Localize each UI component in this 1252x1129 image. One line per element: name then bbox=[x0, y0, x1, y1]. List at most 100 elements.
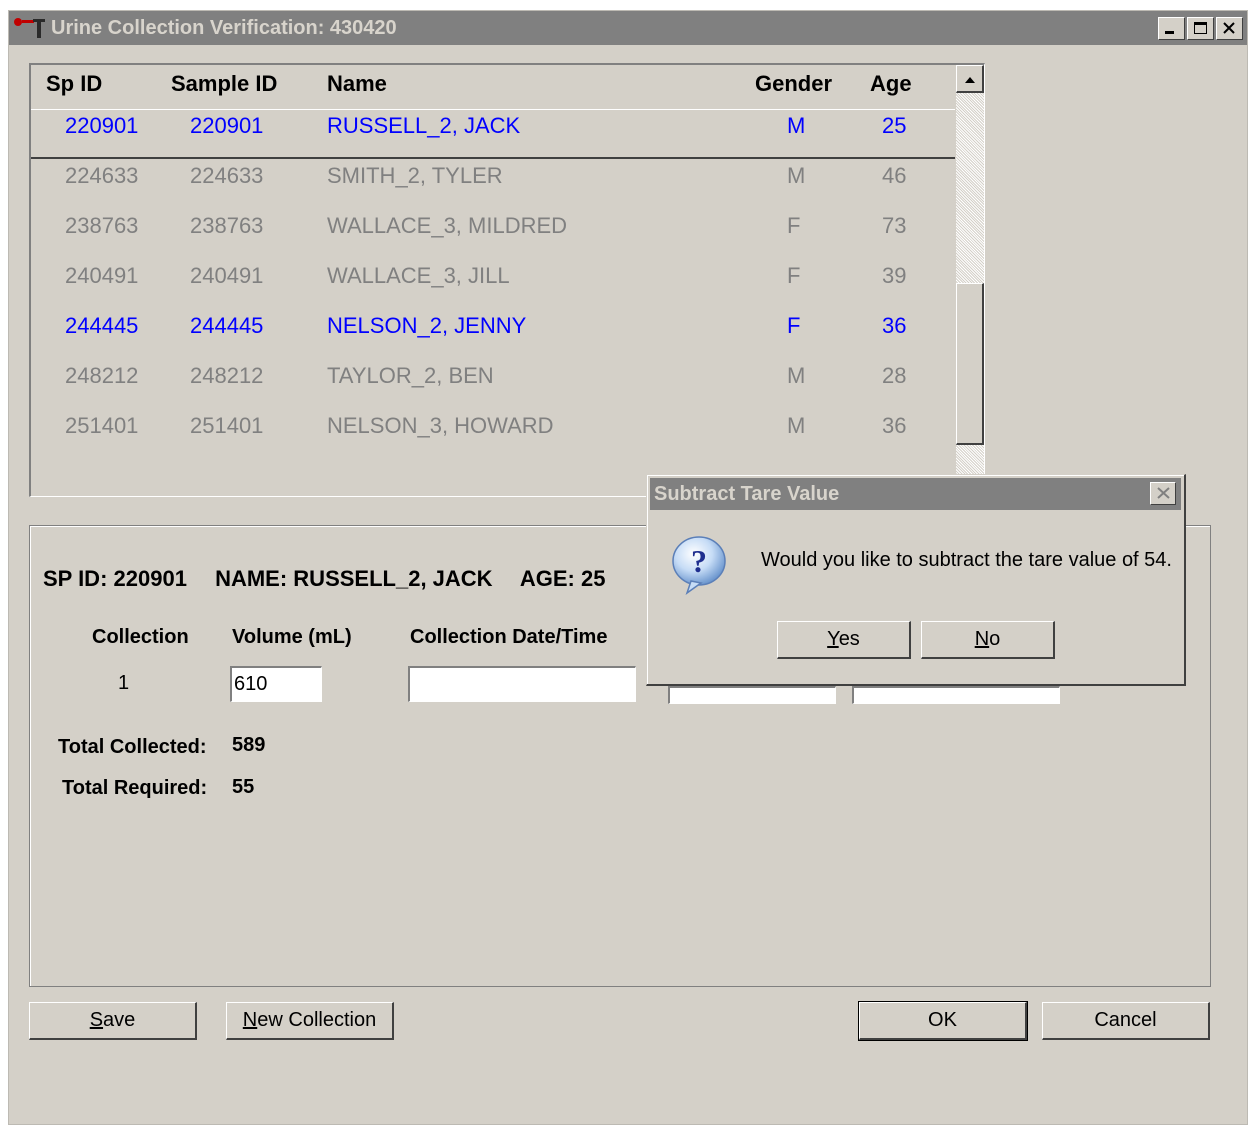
cell-gender: M bbox=[787, 363, 806, 388]
cell-sample-id: 238763 bbox=[190, 213, 264, 238]
collection-number: 1 bbox=[118, 672, 130, 694]
volume-input[interactable] bbox=[230, 666, 322, 702]
cell-gender: F bbox=[787, 263, 801, 288]
name-label: NAME: bbox=[215, 566, 288, 591]
save-label: ave bbox=[103, 1009, 136, 1031]
table-row[interactable]: 220901 220901 RUSSELL_2, JACK M 25 bbox=[31, 109, 955, 159]
subtract-tare-dialog: Subtract Tare Value ? Would you like to … bbox=[646, 474, 1186, 686]
question-icon: ? bbox=[672, 536, 726, 595]
cell-name: WALLACE_3, JILL bbox=[327, 263, 510, 288]
cell-age: 28 bbox=[882, 363, 907, 388]
collection-dropdown-2[interactable] bbox=[852, 686, 1060, 704]
cell-age: 73 bbox=[882, 213, 907, 238]
cell-sp-id: 248212 bbox=[65, 363, 139, 388]
sp-id-value: 220901 bbox=[113, 566, 187, 591]
new-collection-button[interactable]: New Collection bbox=[226, 1002, 394, 1040]
cell-age: 36 bbox=[882, 313, 907, 338]
close-icon bbox=[1157, 487, 1170, 499]
column-header-sample-id[interactable]: Sample ID bbox=[171, 71, 277, 97]
list-rows: 220901 220901 RUSSELL_2, JACK M 25 224633 2246… bbox=[31, 109, 955, 459]
cell-name: SMITH_2, TYLER bbox=[327, 163, 503, 188]
cell-age: 36 bbox=[882, 413, 907, 438]
maximize-button[interactable] bbox=[1187, 17, 1214, 40]
total-collected-value: 589 bbox=[232, 734, 266, 756]
cell-name: WALLACE_3, MILDRED bbox=[327, 213, 568, 238]
cell-gender: M bbox=[787, 113, 806, 138]
column-header-sp-id[interactable]: Sp ID bbox=[46, 71, 102, 97]
minimize-icon bbox=[1165, 31, 1174, 34]
svg-text:?: ? bbox=[691, 543, 707, 579]
scroll-thumb[interactable] bbox=[956, 283, 984, 445]
save-accelerator: S bbox=[89, 1009, 104, 1031]
table-row[interactable]: 244445 244445 NELSON_2, JENNY F 36 bbox=[31, 309, 955, 359]
no-button[interactable]: No bbox=[921, 621, 1055, 659]
no-accelerator: N bbox=[974, 628, 990, 650]
collection-datetime-input[interactable] bbox=[408, 666, 636, 702]
new-collection-label: ew Collection bbox=[257, 1009, 377, 1031]
table-row[interactable]: 224633 224633 SMITH_2, TYLER M 46 bbox=[31, 159, 955, 209]
arrow-up-icon bbox=[965, 77, 975, 83]
column-header-name[interactable]: Name bbox=[327, 71, 387, 97]
cell-sp-id: 240491 bbox=[65, 263, 139, 288]
cell-gender: M bbox=[787, 163, 806, 188]
cell-sp-id: 238763 bbox=[65, 213, 139, 238]
cell-name: TAYLOR_2, BEN bbox=[327, 363, 494, 388]
new-collection-accelerator: N bbox=[242, 1009, 258, 1031]
participant-list[interactable]: Sp ID Sample ID Name Gender Age 220901 22… bbox=[29, 63, 985, 497]
yes-button[interactable]: Yes bbox=[777, 621, 911, 659]
minimize-button[interactable] bbox=[1158, 17, 1185, 40]
cell-gender: F bbox=[787, 213, 801, 238]
cell-name: RUSSELL_2, JACK bbox=[327, 113, 521, 138]
table-row[interactable]: 238763 238763 WALLACE_3, MILDRED F 73 bbox=[31, 209, 955, 259]
age-label: AGE: bbox=[519, 566, 575, 591]
title-bar[interactable]: Urine Collection Verification: 430420 bbox=[9, 11, 1247, 45]
list-header: Sp ID Sample ID Name Gender Age bbox=[31, 65, 955, 110]
scroll-up-button[interactable] bbox=[956, 65, 984, 93]
yes-accelerator: Y bbox=[827, 628, 839, 650]
column-header-age[interactable]: Age bbox=[870, 71, 912, 97]
yes-label: es bbox=[838, 628, 860, 650]
total-required-label: Total Required: bbox=[62, 777, 208, 799]
table-row[interactable]: 240491 240491 WALLACE_3, JILL F 39 bbox=[31, 259, 955, 309]
cell-gender: M bbox=[787, 413, 806, 438]
cell-sample-id: 240491 bbox=[190, 263, 264, 288]
app-icon bbox=[14, 18, 45, 38]
dialog-title: Subtract Tare Value bbox=[654, 483, 840, 505]
list-scrollbar[interactable] bbox=[956, 65, 984, 496]
cell-sample-id: 224633 bbox=[190, 163, 264, 188]
cell-sample-id: 251401 bbox=[190, 413, 264, 438]
cell-sample-id: 220901 bbox=[190, 113, 264, 138]
cell-sp-id: 224633 bbox=[65, 163, 139, 188]
table-row[interactable]: 251401 251401 NELSON_3, HOWARD M 36 bbox=[31, 409, 955, 459]
cell-sp-id: 220901 bbox=[65, 113, 139, 138]
cell-name: NELSON_3, HOWARD bbox=[327, 413, 554, 438]
close-button[interactable] bbox=[1216, 17, 1243, 40]
save-button[interactable]: Save bbox=[29, 1002, 197, 1040]
table-row[interactable]: 248212 248212 TAYLOR_2, BEN M 28 bbox=[31, 359, 955, 409]
cell-age: 46 bbox=[882, 163, 907, 188]
datetime-column-label: Collection Date/Time bbox=[410, 626, 608, 648]
cell-name: NELSON_2, JENNY bbox=[327, 313, 527, 338]
maximize-icon bbox=[1194, 22, 1207, 34]
cancel-button[interactable]: Cancel bbox=[1042, 1002, 1210, 1040]
cell-sp-id: 244445 bbox=[65, 313, 139, 338]
dialog-title-bar[interactable]: Subtract Tare Value bbox=[650, 478, 1181, 510]
total-collected-label: Total Collected: bbox=[58, 736, 207, 758]
total-required-value: 55 bbox=[232, 776, 255, 798]
collection-column-label: Collection bbox=[92, 626, 189, 648]
window-title: Urine Collection Verification: 430420 bbox=[51, 17, 397, 39]
cell-sample-id: 248212 bbox=[190, 363, 264, 388]
no-label: o bbox=[989, 628, 1001, 650]
close-icon bbox=[1223, 22, 1235, 34]
name-value: RUSSELL_2, JACK bbox=[293, 566, 493, 591]
sp-id-label: SP ID: bbox=[43, 566, 108, 591]
cell-gender: F bbox=[787, 313, 801, 338]
cell-age: 25 bbox=[882, 113, 907, 138]
volume-column-label: Volume (mL) bbox=[232, 626, 352, 648]
ok-button[interactable]: OK bbox=[858, 1001, 1028, 1041]
dialog-close-button[interactable] bbox=[1150, 482, 1176, 505]
dialog-message: Would you like to subtract the tare valu… bbox=[761, 549, 1172, 571]
collection-dropdown[interactable] bbox=[668, 686, 836, 704]
column-header-gender[interactable]: Gender bbox=[755, 71, 832, 97]
cell-age: 39 bbox=[882, 263, 907, 288]
